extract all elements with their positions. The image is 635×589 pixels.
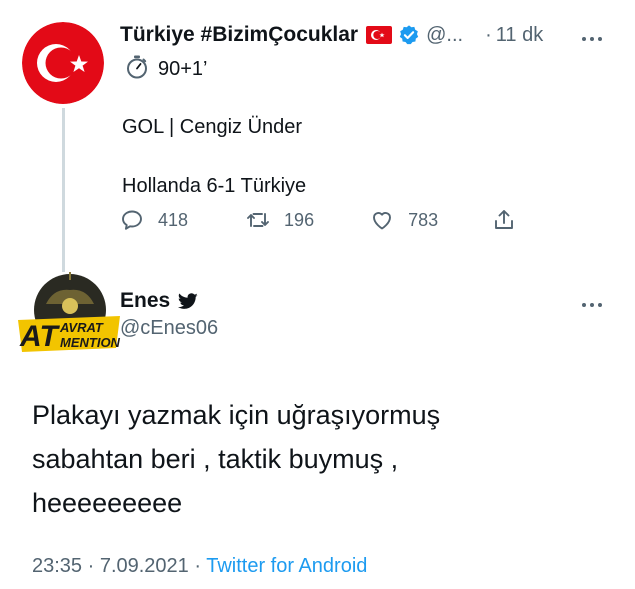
reply-source-link[interactable]: Twitter for Android xyxy=(206,555,367,577)
reply-display-name[interactable]: Enes xyxy=(120,289,170,313)
reply-footer: 23:35 · 7.09.2021 · Twitter for Android xyxy=(32,555,367,578)
share-icon xyxy=(495,210,514,229)
reply-avatar[interactable]: AT AVRAT MENTION xyxy=(16,270,122,356)
goal-text: GOL | Cengiz Ünder xyxy=(122,116,303,138)
reply-header: Enes xyxy=(120,289,198,313)
parent-time[interactable]: 11 dk xyxy=(496,24,543,47)
twitter-bird-icon xyxy=(178,292,198,309)
parent-handle[interactable]: @... xyxy=(426,24,463,47)
score-text: Hollanda 6-1 Türkiye xyxy=(122,175,307,197)
avatar-at-text: AT xyxy=(19,320,60,353)
parent-tweet-header: Türkiye #BizimÇocuklar @... · 11 dk xyxy=(120,22,543,48)
reply-count: 418 xyxy=(158,209,189,230)
footer-separator: · xyxy=(188,555,207,577)
parent-action-bar: 418 196 783 xyxy=(120,208,530,232)
like-count: 783 xyxy=(408,209,439,230)
match-minute-text: 90+1’ xyxy=(158,58,208,80)
reply-text-line: sabahtan beri , taktik buymuş , xyxy=(32,444,399,474)
like-button[interactable]: 783 xyxy=(370,208,438,232)
turkey-flag-icon xyxy=(366,26,393,44)
reply-tweet-text: Plakayı yazmak için uğraşıyormuş sabahta… xyxy=(32,393,440,525)
reply-handle[interactable]: @cEnes06 xyxy=(120,317,218,340)
parent-display-name[interactable]: Türkiye #BizimÇocuklar xyxy=(120,23,358,47)
avatar-mention-text: MENTION xyxy=(60,335,121,350)
avatar-avrat-text: AVRAT xyxy=(59,320,104,335)
stopwatch-icon xyxy=(126,55,148,79)
reply-icon xyxy=(122,210,142,230)
thread-line xyxy=(62,108,65,272)
reply-more-icon[interactable] xyxy=(581,296,603,314)
time-separator: · xyxy=(485,23,492,46)
reply-timestamp[interactable]: 23:35 · 7.09.2021 xyxy=(32,555,189,577)
parent-more-icon[interactable] xyxy=(581,30,603,48)
parent-avatar[interactable] xyxy=(22,22,104,104)
reply-text-line: Plakayı yazmak için uğraşıyormuş xyxy=(32,400,441,430)
retweet-button[interactable]: 196 xyxy=(246,208,314,232)
reply-text-line: heeeeeeeee xyxy=(32,488,183,518)
share-button[interactable] xyxy=(492,208,530,232)
verified-badge-icon xyxy=(398,24,420,46)
retweet-count: 196 xyxy=(284,209,315,230)
parent-tweet-line-1: 90+1’ xyxy=(126,55,208,81)
retweet-icon xyxy=(247,213,269,227)
reply-button[interactable]: 418 xyxy=(120,208,188,232)
like-icon xyxy=(373,212,392,230)
